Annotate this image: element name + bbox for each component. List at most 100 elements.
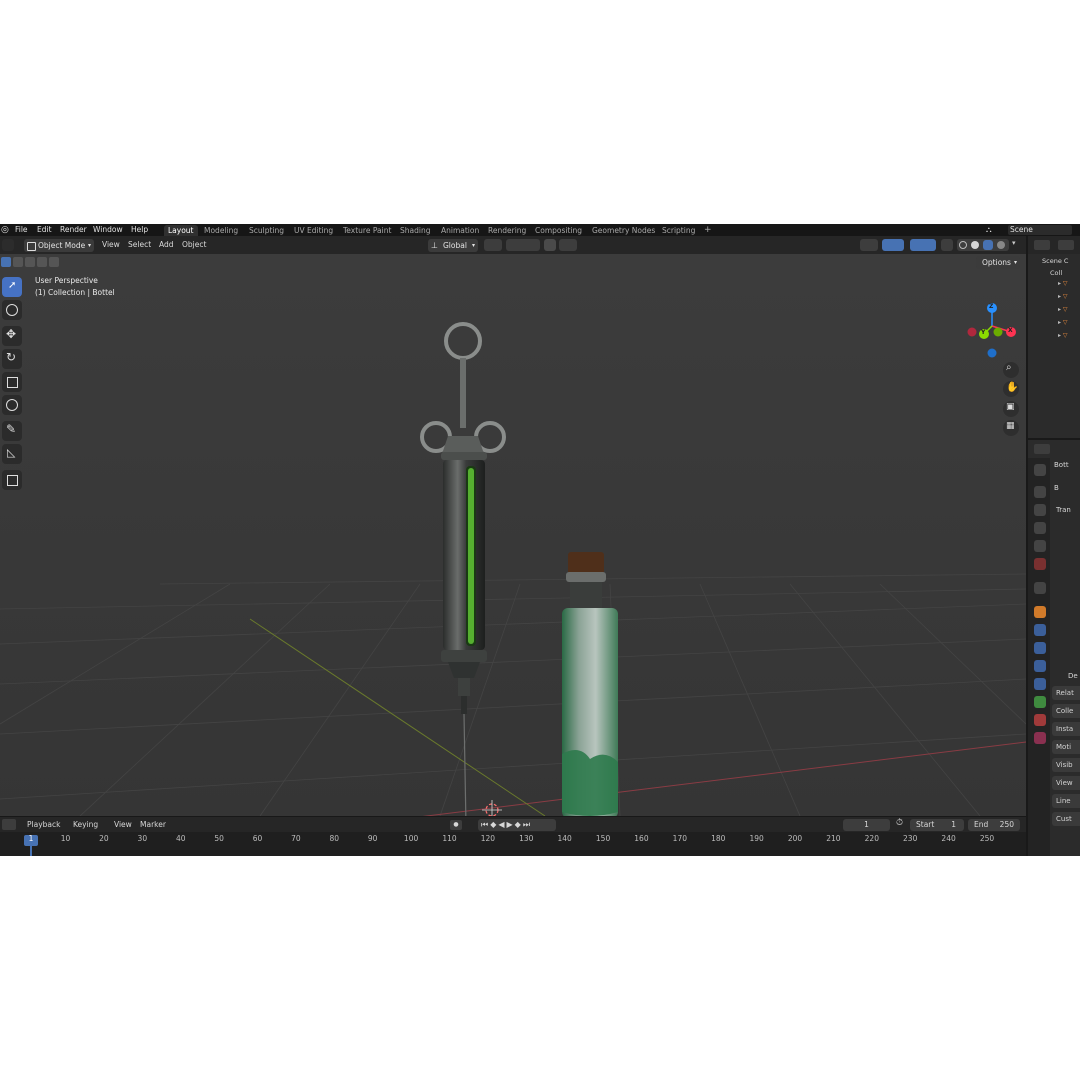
panel-custom-properties[interactable]: Cust <box>1052 812 1080 826</box>
timeline-ruler[interactable]: 1 10 20 30 40 50 60 70 80 90 100 110 120 130 140 150 160… <box>0 832 1026 856</box>
transform-tool-icon[interactable] <box>2 395 22 415</box>
list-item[interactable]: ▸ ▽ <box>1058 306 1068 313</box>
outliner-collection[interactable]: Coll <box>1050 267 1062 279</box>
perspective-grid-icon[interactable]: ▦ <box>1003 420 1019 436</box>
blender-logo-icon[interactable]: ◎ <box>1 224 9 236</box>
solid-shading-icon[interactable] <box>971 241 979 249</box>
menu-help[interactable]: Help <box>131 224 148 236</box>
delta-transform-header[interactable]: De <box>1068 670 1078 682</box>
data-name-field[interactable]: B <box>1054 482 1059 494</box>
tab-compositing[interactable]: Compositing <box>531 225 586 236</box>
panel-viewport-display[interactable]: View <box>1052 776 1080 790</box>
menu-window[interactable]: Window <box>93 224 123 236</box>
wireframe-shading-icon[interactable] <box>959 241 967 249</box>
proportional-edit-icon[interactable] <box>544 239 556 251</box>
measure-tool-icon[interactable]: ◺ <box>2 444 22 464</box>
orientation-selector[interactable]: Global ⊥ ▾ <box>428 239 478 252</box>
record-icon[interactable]: ● <box>450 820 462 830</box>
world-tab-icon[interactable] <box>1034 558 1046 570</box>
list-item[interactable]: ▸ ▽ <box>1058 319 1068 326</box>
stopwatch-icon[interactable]: ⏱ <box>896 818 903 828</box>
shading-options-chevron-icon[interactable]: ▾ <box>1012 239 1016 247</box>
select-new-icon[interactable] <box>1 257 11 267</box>
material-tab-icon[interactable] <box>1034 714 1046 726</box>
pivot-point-icon[interactable] <box>484 239 502 251</box>
start-frame-field[interactable]: Start 1 <box>910 819 964 831</box>
constraints-tab-icon[interactable] <box>1034 678 1046 690</box>
mode-selector[interactable]: Object Mode ▾ <box>24 239 94 252</box>
select-box-tool-icon[interactable]: ➚ <box>2 277 22 297</box>
next-keyframe-icon[interactable]: ◆ <box>515 820 523 829</box>
gizmo-toggle-icon[interactable] <box>882 239 904 251</box>
play-reverse-icon[interactable]: ◀ <box>498 820 506 829</box>
end-frame-field[interactable]: End 250 <box>968 819 1020 831</box>
play-icon[interactable]: ▶ <box>507 820 515 829</box>
options-button[interactable]: Options ▾ <box>976 256 1020 269</box>
physics-tab-icon[interactable] <box>1034 660 1046 672</box>
rotate-tool-icon[interactable]: ↻ <box>2 349 22 369</box>
object-tab-icon[interactable] <box>1034 606 1046 618</box>
list-item[interactable]: ▸ ▽ <box>1058 332 1068 339</box>
scene-tab-icon[interactable] <box>1034 540 1046 552</box>
tab-uv-editing[interactable]: UV Editing <box>290 225 337 236</box>
scene-icon[interactable]: ⛬ <box>986 224 992 236</box>
list-item[interactable]: ▸ ▽ <box>1058 293 1068 300</box>
tab-rendering[interactable]: Rendering <box>484 225 530 236</box>
timeline-editor-type-icon[interactable] <box>2 819 16 830</box>
tab-layout[interactable]: Layout <box>164 225 198 236</box>
particles-tab-icon[interactable] <box>1034 642 1046 654</box>
texture-tab-icon[interactable] <box>1034 732 1046 744</box>
tab-animation[interactable]: Animation <box>437 225 483 236</box>
cursor-tool-icon[interactable] <box>2 300 22 320</box>
material-preview-shading-icon[interactable] <box>983 240 993 250</box>
menu-render[interactable]: Render <box>60 224 87 236</box>
menu-edit[interactable]: Edit <box>37 224 52 236</box>
3d-viewport[interactable]: X Y Z User Perspective (1) Collection | … <box>0 254 1026 816</box>
list-item[interactable]: ▸ ▽ <box>1058 280 1068 287</box>
tab-geometry-nodes[interactable]: Geometry Nodes <box>588 225 659 236</box>
select-menu[interactable]: Select <box>128 236 151 254</box>
view-layer-tab-icon[interactable] <box>1034 522 1046 534</box>
falloff-icon[interactable] <box>559 239 577 251</box>
current-frame-field[interactable]: 1 <box>843 819 890 831</box>
overlay-toggle-icon[interactable] <box>910 239 936 251</box>
playback-menu[interactable]: Playback <box>27 819 60 831</box>
modifier-tab-icon[interactable] <box>1034 624 1046 636</box>
output-tab-icon[interactable] <box>1034 504 1046 516</box>
move-tool-icon[interactable]: ✥ <box>2 326 22 346</box>
view-menu-timeline[interactable]: View <box>114 819 132 831</box>
snap-toggle-icon[interactable] <box>506 239 540 251</box>
xray-toggle-icon[interactable] <box>941 239 953 251</box>
display-mode-icon[interactable] <box>1058 240 1074 250</box>
tab-scripting[interactable]: Scripting <box>658 225 699 236</box>
panel-instancing[interactable]: Insta <box>1052 722 1080 736</box>
scene-selector[interactable]: Scene <box>1008 225 1072 235</box>
menu-file[interactable]: File <box>15 224 28 236</box>
view-menu[interactable]: View <box>102 236 120 254</box>
tool-tab-icon[interactable] <box>1034 464 1046 476</box>
jump-end-icon[interactable]: ⏭ <box>523 820 532 829</box>
marker-menu[interactable]: Marker <box>140 819 166 831</box>
object-menu[interactable]: Object <box>182 236 206 254</box>
panel-visibility[interactable]: Visib <box>1052 758 1080 772</box>
select-extend-icon[interactable] <box>13 257 23 267</box>
outliner-editor-type-icon[interactable] <box>1034 240 1050 250</box>
annotate-tool-icon[interactable]: ✎ <box>2 421 22 441</box>
camera-view-icon[interactable]: ▣ <box>1003 401 1019 417</box>
select-subtract-icon[interactable] <box>25 257 35 267</box>
pan-hand-icon[interactable]: ✋ <box>1003 381 1019 397</box>
jump-start-icon[interactable]: ⏮ <box>481 820 490 829</box>
add-cube-tool-icon[interactable] <box>2 470 22 490</box>
tab-sculpting[interactable]: Sculpting <box>245 225 288 236</box>
select-intersect-icon[interactable] <box>49 257 59 267</box>
add-menu[interactable]: Add <box>159 236 174 254</box>
transform-panel-header[interactable]: Tran <box>1056 504 1071 516</box>
data-tab-icon[interactable] <box>1034 696 1046 708</box>
collection-tab-icon[interactable] <box>1034 582 1046 594</box>
select-invert-icon[interactable] <box>37 257 47 267</box>
tab-shading[interactable]: Shading <box>396 225 434 236</box>
tab-texture-paint[interactable]: Texture Paint <box>339 225 395 236</box>
zoom-icon[interactable]: ⌕ <box>1003 362 1019 378</box>
outliner-scene-collection[interactable]: Scene C <box>1042 255 1068 267</box>
tab-modeling[interactable]: Modeling <box>200 225 242 236</box>
